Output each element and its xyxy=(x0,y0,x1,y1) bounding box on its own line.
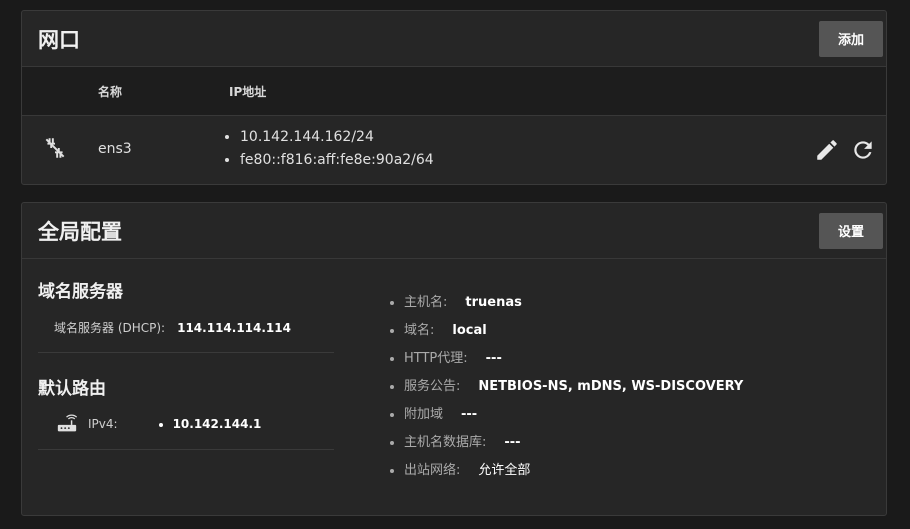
pencil-icon[interactable] xyxy=(814,137,840,163)
hostname-db-value: --- xyxy=(504,435,521,450)
domain-label: 域名: xyxy=(404,323,435,338)
column-name-header: 名称 xyxy=(98,84,123,99)
ip-address-list: 10.142.144.162/24 fe80::f816:aff:fe8e:90… xyxy=(224,126,434,172)
route-label: IPv4: xyxy=(88,417,118,431)
route-list: 10.142.144.1 xyxy=(158,417,262,431)
router-icon xyxy=(56,413,78,435)
interfaces-title: 网口 xyxy=(38,27,80,52)
dns-entry: 域名服务器 (DHCP): 114.114.114.114 xyxy=(54,319,334,336)
divider xyxy=(38,449,334,450)
list-item: 出站网络: 允许全部 xyxy=(404,457,743,485)
divider xyxy=(38,352,334,353)
additional-domains-label: 附加域 xyxy=(404,407,444,422)
hostname-label: 主机名: xyxy=(404,295,448,310)
dns-section-title: 域名服务器 xyxy=(38,282,123,302)
service-announcement-label: 服务公告: xyxy=(404,379,461,394)
list-item: 附加域 --- xyxy=(404,401,743,429)
interfaces-header: 网口 添加 xyxy=(22,11,886,67)
left-column: 域名服务器 域名服务器 (DHCP): 114.114.114.114 默认路由 … xyxy=(38,277,334,450)
dns-label: 域名服务器 (DHCP): xyxy=(54,321,166,335)
ip-address-item: fe80::f816:aff:fe8e:90a2/64 xyxy=(240,149,434,172)
interfaces-table-header: 名称 IP地址 xyxy=(22,67,886,116)
ip-address-item: 10.142.144.162/24 xyxy=(240,126,434,149)
domain-value: local xyxy=(452,323,487,338)
interfaces-card: 网口 添加 名称 IP地址 ens3 10.142.144.162/24 fe8… xyxy=(21,10,887,185)
ethernet-off-icon xyxy=(42,135,68,161)
interface-name: ens3 xyxy=(98,141,132,157)
list-item: 域名: local xyxy=(404,317,743,345)
dns-value: 114.114.114.114 xyxy=(177,321,291,335)
additional-domains-value: --- xyxy=(461,407,478,422)
global-config-header: 全局配置 设置 xyxy=(22,203,886,259)
outbound-network-label: 出站网络: xyxy=(404,463,461,478)
global-details-list: 主机名: truenas 域名: local HTTP代理: --- 服务公告: NET… xyxy=(388,289,743,485)
column-ip-header: IP地址 xyxy=(229,84,267,99)
hostname-db-label: 主机名数据库: xyxy=(404,435,487,450)
service-announcement-value: NETBIOS-NS, mDNS, WS-DISCOVERY xyxy=(478,379,744,394)
http-proxy-label: HTTP代理: xyxy=(404,351,468,366)
route-value: 10.142.144.1 xyxy=(173,417,262,431)
table-row[interactable]: ens3 10.142.144.162/24 fe80::f816:aff:fe… xyxy=(22,116,886,184)
outbound-network-value: 允许全部 xyxy=(478,463,531,478)
list-item: HTTP代理: --- xyxy=(404,345,743,373)
list-item: 服务公告: NETBIOS-NS, mDNS, WS-DISCOVERY xyxy=(404,373,743,401)
refresh-icon[interactable] xyxy=(850,137,876,163)
http-proxy-value: --- xyxy=(485,351,502,366)
global-config-title: 全局配置 xyxy=(38,219,122,244)
global-config-card: 全局配置 设置 域名服务器 域名服务器 (DHCP): 114.114.114.1… xyxy=(21,202,887,516)
hostname-value: truenas xyxy=(465,295,522,310)
route-entry: IPv4: 10.142.144.1 xyxy=(56,413,334,435)
settings-button[interactable]: 设置 xyxy=(819,212,883,249)
list-item: 主机名数据库: --- xyxy=(404,429,743,457)
row-actions xyxy=(814,137,876,163)
add-interface-button[interactable]: 添加 xyxy=(819,20,883,57)
route-section-title: 默认路由 xyxy=(38,379,106,399)
list-item: 主机名: truenas xyxy=(404,289,743,317)
